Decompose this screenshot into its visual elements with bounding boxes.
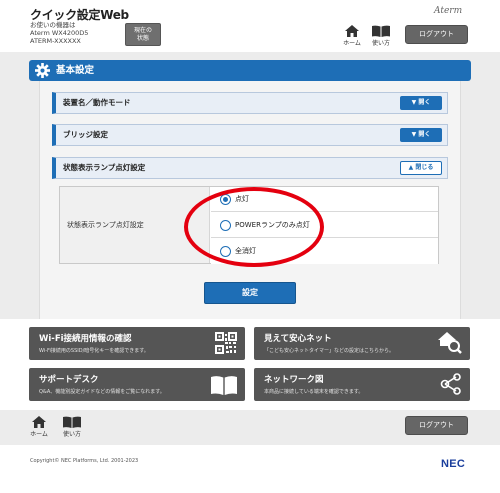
home-search-icon [438,332,462,354]
book-icon [372,25,390,37]
home-icon [32,416,46,428]
qr-code-icon [215,332,237,354]
accordion-label: 装置名／動作モード [63,98,131,107]
manual-button[interactable]: 使い方 [368,25,394,47]
open-button-label: 開く [418,99,431,106]
nec-logo: NEC [441,458,466,470]
manual-label: 使い方 [371,40,390,47]
home-label: ホーム [30,431,48,438]
device-caption: お使いの機器は [30,21,76,29]
home-button[interactable]: ホーム [339,25,365,47]
tile-safe-net[interactable]: 見えて安心ネット 「こども安心ネットタイマー」などの設定はこちらから。 [254,327,470,360]
close-button-label: 閉じる [415,164,434,171]
status-button-line2: 状態 [136,35,149,42]
device-model: Aterm WX4200D5 [30,29,89,37]
chevron-down-icon: ▼ [411,131,417,138]
accordion-lamp[interactable]: 状態表示ランプ点灯設定 ▲ 閉じる [52,157,448,179]
network-icon [440,373,461,395]
footer-logout-button[interactable]: ログアウト [405,416,468,435]
option-label: 全消灯 [235,247,256,255]
gear-icon [35,63,50,78]
tile-title: サポートデスク [39,375,99,385]
tile-desc: 本商品に接続している端末を確認できます。 [264,389,364,395]
logout-button[interactable]: ログアウト [405,25,468,44]
aterm-logo: Aterm [434,6,463,16]
header: クイック設定Web お使いの機器は Aterm WX4200D5 ATERM-X… [0,0,500,52]
footer-home-button[interactable]: ホーム [26,416,52,438]
option-all-off[interactable]: 全消灯 [211,239,438,264]
radio-button[interactable] [220,220,231,231]
lamp-setting-label: 状態表示ランプ点灯設定 [60,187,210,263]
option-power-only[interactable]: POWERランプのみ点灯 [211,213,438,238]
radio-button[interactable] [220,246,231,257]
home-label: ホーム [343,40,361,47]
manual-label: 使い方 [62,431,81,438]
radio-button-selected[interactable] [220,194,231,205]
option-label: 点灯 [235,195,249,203]
section-title: 基本設定 [56,65,95,76]
accordion-device-name[interactable]: 装置名／動作モード ▼ 開く [52,92,448,114]
tile-wifi-info[interactable]: Wi-Fi接続用情報の確認 Wi-Fi接続用のSSID/暗号化キーを確認できます… [29,327,245,360]
close-button[interactable]: ▲ 閉じる [400,161,442,175]
book-icon [63,416,81,428]
option-label: POWERランプのみ点灯 [235,221,310,229]
open-button[interactable]: ▼ 開く [400,128,442,142]
accordion-label: 状態表示ランプ点灯設定 [63,163,146,172]
tile-network-map[interactable]: ネットワーク図 本商品に接続している端末を確認できます。 [254,368,470,401]
tile-title: Wi-Fi接続用情報の確認 [39,334,132,344]
current-status-button[interactable]: 現在の 状態 [125,23,161,46]
chevron-down-icon: ▼ [411,99,417,106]
home-icon [345,25,359,37]
section-header: 基本設定 [29,60,471,81]
tile-support-desk[interactable]: サポートデスク Q&A、機能別設定ガイドなどの情報をご覧になれます。 [29,368,245,401]
status-button-line1: 現在の [133,27,152,34]
apply-button[interactable]: 設定 [204,282,296,304]
tile-desc: Wi-Fi接続用のSSID/暗号化キーを確認できます。 [39,348,149,354]
tile-title: ネットワーク図 [264,375,324,385]
open-button[interactable]: ▼ 開く [400,96,442,110]
tile-title: 見えて安心ネット [264,334,332,344]
device-id: ATERM-XXXXXX [30,37,81,45]
tile-desc: 「こども安心ネットタイマー」などの設定はこちらから。 [264,348,395,354]
copyright: Copyright© NEC Platforms, Ltd. 2001-2023 [30,458,139,464]
footer-manual-button[interactable]: 使い方 [59,416,85,438]
lamp-setting-table: 状態表示ランプ点灯設定 点灯 POWERランプのみ点灯 全消灯 [59,186,439,264]
option-on[interactable]: 点灯 [211,187,438,212]
accordion-label: ブリッジ設定 [63,130,108,139]
accordion-bridge[interactable]: ブリッジ設定 ▼ 開く [52,124,448,146]
book-icon [211,376,237,395]
open-button-label: 開く [418,131,431,138]
chevron-up-icon: ▲ [408,164,414,171]
tile-desc: Q&A、機能別設定ガイドなどの情報をご覧になれます。 [39,389,165,395]
